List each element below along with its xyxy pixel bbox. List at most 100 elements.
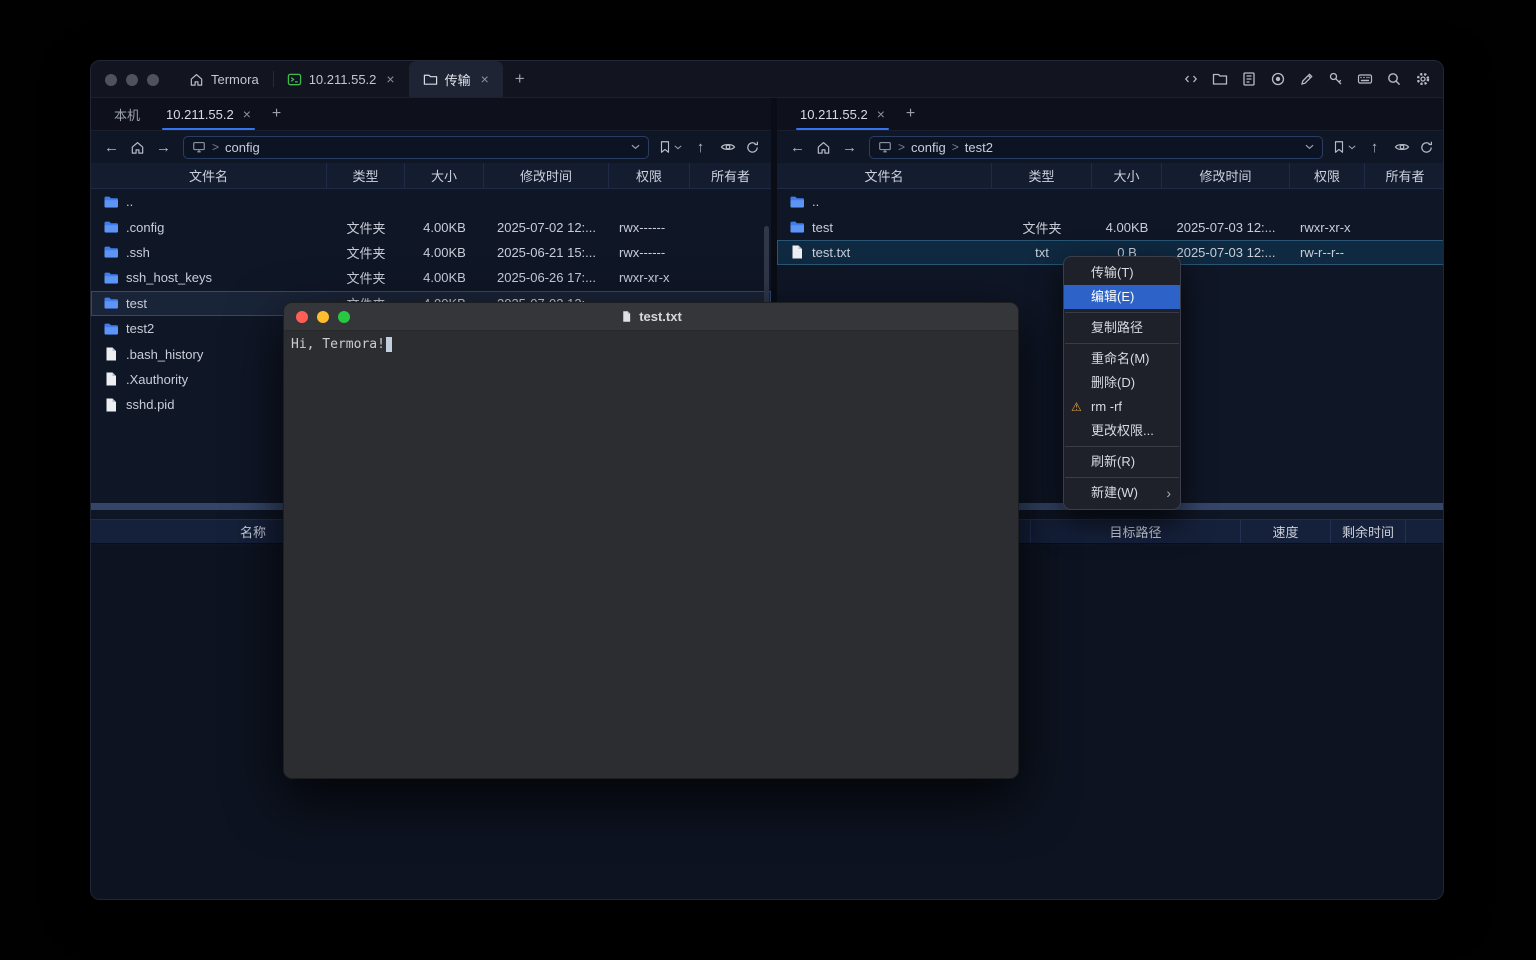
column-header-size[interactable]: 大小 [405, 163, 484, 188]
menu-item-rm-rf[interactable]: ⚠rm -rf [1064, 395, 1180, 419]
right-add-tab-button[interactable]: + [898, 105, 923, 123]
parent-directory-button[interactable]: ↑ [1364, 136, 1385, 158]
folder-icon [103, 321, 119, 337]
table-row[interactable]: .. [777, 189, 1444, 214]
home-button[interactable] [127, 136, 148, 158]
editor-titlebar[interactable]: test.txt [284, 303, 1018, 331]
column-header-owner[interactable]: 所有者 [1365, 163, 1444, 188]
path-segment[interactable]: config [225, 140, 260, 155]
left-add-tab-button[interactable]: + [264, 105, 289, 123]
table-row[interactable]: .config 文件夹 4.00KB 2025-07-02 12:... rwx… [91, 214, 771, 239]
maximize-window-button[interactable] [338, 311, 350, 323]
new-tab-button[interactable]: + [503, 61, 537, 97]
show-hidden-eye-icon[interactable] [719, 139, 736, 156]
settings-gear-icon[interactable] [1414, 71, 1431, 88]
folder-icon [103, 194, 119, 210]
tab-ssh-session[interactable]: 10.211.55.2 × [273, 61, 409, 97]
bookmark-button[interactable] [1332, 140, 1356, 154]
transfer-column-eta[interactable]: 剩余时间 [1331, 520, 1406, 543]
maximize-window-button[interactable] [147, 74, 159, 86]
left-tab-remote[interactable]: 10.211.55.2 × [153, 98, 264, 130]
sftp-folder-icon[interactable] [1211, 71, 1228, 88]
path-separator: > [212, 140, 219, 154]
back-button[interactable]: ← [101, 136, 122, 158]
log-icon[interactable] [1240, 71, 1257, 88]
tab-termora-home[interactable]: Termora [175, 61, 273, 97]
column-header-type[interactable]: 类型 [327, 163, 405, 188]
menu-separator [1065, 477, 1179, 478]
chevron-down-icon[interactable] [631, 144, 640, 150]
minimize-window-button[interactable] [126, 74, 138, 86]
file-size: 4.00KB [405, 270, 484, 285]
refresh-icon[interactable] [1418, 139, 1435, 156]
close-window-button[interactable] [105, 74, 117, 86]
menu-item-copy-path[interactable]: 复制路径 [1064, 316, 1180, 340]
column-header-type[interactable]: 类型 [992, 163, 1092, 188]
right-file-list: .. test 文件夹 4.00KB 2025-07-03 12:... rwx… [777, 189, 1444, 265]
back-button[interactable]: ← [787, 136, 808, 158]
parent-directory-button[interactable]: ↑ [690, 136, 711, 158]
menu-item-edit[interactable]: 编辑(E) [1064, 285, 1180, 309]
close-icon[interactable]: × [877, 107, 885, 121]
computer-icon [878, 140, 892, 154]
transfer-column-speed[interactable]: 速度 [1241, 520, 1331, 543]
menu-item-delete[interactable]: 删除(D) [1064, 371, 1180, 395]
terminal-icon [287, 72, 302, 87]
menu-item-refresh[interactable]: 刷新(R) [1064, 450, 1180, 474]
menu-separator [1065, 312, 1179, 313]
column-header-mtime[interactable]: 修改时间 [484, 163, 609, 188]
left-table-header: 文件名 类型 大小 修改时间 权限 所有者 [91, 163, 771, 189]
refresh-icon[interactable] [744, 139, 761, 156]
path-segment[interactable]: config [911, 140, 946, 155]
left-nav-bar: ← → > config ↑ [91, 131, 771, 163]
left-tab-local[interactable]: 本机 [101, 98, 153, 130]
column-header-size[interactable]: 大小 [1092, 163, 1162, 188]
table-row[interactable]: .. [91, 189, 771, 214]
close-icon[interactable]: × [386, 72, 394, 86]
keyboard-icon[interactable] [1356, 71, 1373, 88]
chevron-down-icon[interactable] [1305, 144, 1314, 150]
minimize-window-button[interactable] [317, 311, 329, 323]
transfer-column-target[interactable]: 目标路径 [1031, 520, 1241, 543]
close-window-button[interactable] [296, 311, 308, 323]
right-table-header: 文件名 类型 大小 修改时间 权限 所有者 [777, 163, 1444, 189]
path-segment[interactable]: test2 [965, 140, 993, 155]
menu-item-rename[interactable]: 重命名(M) [1064, 347, 1180, 371]
menu-item-new[interactable]: 新建(W)› [1064, 481, 1180, 505]
titlebar: Termora 10.211.55.2 × 传输 × + [91, 61, 1443, 98]
editor-text-area[interactable]: Hi, Termora! [284, 331, 1018, 778]
edit-pencil-icon[interactable] [1298, 71, 1315, 88]
forward-button[interactable]: → [839, 136, 860, 158]
path-bar[interactable]: > config > test2 [869, 136, 1323, 159]
left-nav-actions: ↑ [658, 136, 761, 158]
menu-item-transfer[interactable]: 传输(T) [1064, 261, 1180, 285]
file-perm: rw-r--r-- [1290, 245, 1365, 260]
table-row[interactable]: .ssh 文件夹 4.00KB 2025-06-21 15:... rwx---… [91, 240, 771, 265]
column-header-name[interactable]: 文件名 [777, 163, 992, 188]
column-header-perm[interactable]: 权限 [1290, 163, 1365, 188]
search-icon[interactable] [1385, 71, 1402, 88]
forward-button[interactable]: → [153, 136, 174, 158]
table-row[interactable]: test 文件夹 4.00KB 2025-07-03 12:... rwxr-x… [777, 214, 1444, 239]
column-header-perm[interactable]: 权限 [609, 163, 690, 188]
file-icon [103, 346, 119, 362]
table-row[interactable]: ssh_host_keys 文件夹 4.00KB 2025-06-26 17:.… [91, 265, 771, 290]
computer-icon [192, 140, 206, 154]
file-perm: rwx------ [609, 245, 690, 260]
path-bar[interactable]: > config [183, 136, 649, 159]
bookmark-button[interactable] [658, 140, 682, 154]
close-icon[interactable]: × [243, 107, 251, 121]
home-button[interactable] [813, 136, 834, 158]
column-header-owner[interactable]: 所有者 [690, 163, 771, 188]
macro-record-icon[interactable] [1269, 71, 1286, 88]
key-icon[interactable] [1327, 71, 1344, 88]
bookmark-icon [1332, 140, 1346, 154]
column-header-name[interactable]: 文件名 [91, 163, 327, 188]
column-header-mtime[interactable]: 修改时间 [1162, 163, 1290, 188]
show-hidden-eye-icon[interactable] [1393, 139, 1410, 156]
menu-item-chmod[interactable]: 更改权限... [1064, 419, 1180, 443]
tab-transfer[interactable]: 传输 × [409, 61, 503, 97]
close-icon[interactable]: × [481, 72, 489, 86]
code-snippets-icon[interactable] [1182, 71, 1199, 88]
right-tab-remote[interactable]: 10.211.55.2 × [787, 98, 898, 130]
